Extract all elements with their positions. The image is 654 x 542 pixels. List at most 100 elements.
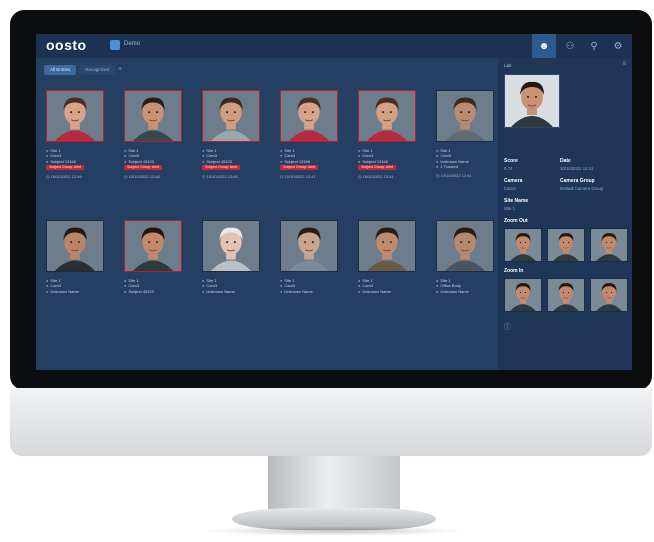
alert-badge: Subject Group: Alert: [46, 165, 85, 171]
alert-badge: Subject Group: Alert: [202, 165, 241, 171]
detection-meta-line: ● Unknown Name: [436, 288, 469, 294]
meta-bullet-icon: ●: [124, 148, 127, 153]
stand-shadow: [200, 526, 468, 536]
selected-face-image: [504, 74, 560, 128]
date-value: 10/10/2022 12:41: [560, 166, 594, 171]
meta-bullet-icon: ●: [124, 158, 127, 164]
tab-recognized[interactable]: Recognized: [79, 65, 116, 75]
people-icon[interactable]: ⚇: [558, 34, 582, 58]
meta-bullet-icon: ●: [46, 283, 49, 289]
meta-bullet-icon: ●: [46, 158, 49, 164]
meta-bullet-icon: ●: [202, 158, 205, 164]
detection-timestamp: ◷ 10/10/2022 12:46: [124, 174, 160, 180]
detection-card[interactable]: ● Site 1 ● Cam3 ● Subject 45103 Subject Group:…: [202, 90, 262, 180]
detection-card[interactable]: ● Site 1 ● Cam3 ● Unknown Name: [358, 220, 418, 294]
meta-bullet-icon: ●: [124, 283, 127, 289]
meta-bullet-icon: ●: [46, 288, 49, 294]
zoom-out-image[interactable]: [504, 228, 542, 262]
app-screen: oosto Demo ☻ ⚇ ⚲ ⚙ All Entries Recognize…: [36, 34, 632, 370]
detection-thumbnail[interactable]: [358, 220, 416, 272]
meta-bullet-icon: ●: [358, 278, 361, 283]
app-logo: oosto: [46, 37, 87, 53]
meta-bullet-icon: ●: [46, 148, 49, 153]
panel-title: Lab: [504, 63, 512, 68]
meta-bullet-icon: ●: [436, 153, 439, 159]
detection-card[interactable]: ● Site 1 ● Cam3 ● Subject 13166 Subject Group:…: [46, 90, 106, 180]
gear-icon[interactable]: ⚙: [606, 34, 630, 58]
camera-group-label: Camera Group: [560, 178, 595, 184]
details-panel: Lab ≡ Score 0.74 Date 10/10/2022 12:41 C…: [498, 58, 632, 370]
detection-meta-line: ● Subject 13166: [280, 158, 310, 164]
detection-timestamp: ◷ 10/10/2022 12:41: [358, 174, 394, 180]
meta-bullet-icon: ●: [358, 153, 361, 159]
meta-bullet-icon: ●: [280, 283, 283, 289]
top-bar: oosto Demo ☻ ⚇ ⚲ ⚙: [36, 34, 632, 58]
meta-bullet-icon: ●: [124, 288, 127, 294]
detection-card[interactable]: ● Site 1 ● Cam3 ● Subject 45103 Subject Group:…: [124, 90, 184, 180]
detection-meta: ● Site 1 ● Cam3 ● Subject 45103: [124, 278, 184, 294]
detection-thumbnail[interactable]: [202, 90, 260, 142]
detection-meta: ● Site 1 ● Cam3 ● Unknown Name: [280, 278, 340, 294]
detection-card[interactable]: ● Site 1 ● Cam3 ● Subject 13166 Subject Group:…: [280, 90, 340, 180]
detection-card[interactable]: ● Site 1 ● Cam3 ● Unknown Name: [46, 220, 106, 294]
workspace-label[interactable]: Demo: [124, 41, 140, 47]
detection-card[interactable]: ● Site 1 ● Office Body ● Unknown Name: [436, 220, 496, 294]
zoom-out-label: Zoom Out: [504, 218, 528, 224]
detection-meta: ● Site 1 ● Cam3 ● Subject 45103 Subject Group:…: [124, 148, 184, 180]
zoom-in-image[interactable]: [547, 278, 585, 312]
detection-thumbnail[interactable]: [436, 90, 494, 142]
detection-thumbnail[interactable]: [202, 220, 260, 272]
workspace-icon[interactable]: [110, 40, 120, 50]
detection-timestamp: ◷ 10/10/2022 12:41: [436, 172, 472, 178]
info-icon[interactable]: ⓘ: [504, 322, 511, 332]
search-icon[interactable]: ⚲: [582, 34, 606, 58]
detection-timestamp: ◷ 10/10/2022 12:41: [280, 174, 316, 180]
detection-thumbnail[interactable]: [280, 220, 338, 272]
detection-card[interactable]: ● Site 1 ● Cam3 ● Subject 45103: [124, 220, 184, 294]
monitor-stand-neck: [268, 456, 400, 512]
detection-thumbnail[interactable]: [280, 90, 338, 142]
detection-meta-line: ● Subject 45103: [124, 288, 154, 294]
zoom-out-image[interactable]: [547, 228, 585, 262]
meta-bullet-icon: ●: [46, 153, 49, 159]
zoom-out-row: [504, 228, 628, 262]
score-value: 0.74: [504, 166, 513, 171]
detection-meta: ● Site 1 ● Cam3 ● Subject 45103 Subject Group:…: [202, 148, 262, 180]
camera-label: Camera: [504, 178, 523, 184]
detection-card[interactable]: ● Site 1 ● Cam3 ● Subject 13166 Subject Group:…: [358, 90, 418, 180]
detection-meta-line: ● Unknown Name: [202, 288, 235, 294]
face-icon[interactable]: ☻: [532, 34, 556, 58]
detection-thumbnail[interactable]: [46, 220, 104, 272]
detection-card[interactable]: ● Site 1 ● Cam3 ● Unknown Name ● 1 Tracked ◷ 10/…: [436, 90, 496, 178]
detection-card[interactable]: ● Site 1 ● Cam3 ● Unknown Name: [280, 220, 340, 294]
detection-meta: ● Site 1 ● Cam3 ● Unknown Name: [46, 278, 106, 294]
detection-meta: ● Site 1 ● Cam3 ● Unknown Name: [358, 278, 418, 294]
add-tab-icon[interactable]: +: [118, 65, 122, 75]
zoom-in-image[interactable]: [504, 278, 542, 312]
camera-group-value: Default Camera Group: [560, 186, 604, 191]
panel-menu-icon[interactable]: ≡: [622, 61, 626, 67]
detection-grid: ● Site 1 ● Cam3 ● Subject 13166 Subject Group:…: [36, 80, 498, 370]
detection-meta-line: ● Subject 45103: [202, 158, 232, 164]
zoom-out-image[interactable]: [590, 228, 628, 262]
detection-card[interactable]: ● Site 1 ● Cam3 ● Unknown Name: [202, 220, 262, 294]
meta-bullet-icon: ●: [124, 153, 127, 159]
detection-thumbnail[interactable]: [124, 90, 182, 142]
detection-meta: ● Site 1 ● Cam3 ● Subject 13166 Subject Group:…: [358, 148, 418, 180]
detection-timestamp: ◷ 10/10/2022 12:46: [46, 174, 82, 180]
site-name-label: Site Name: [504, 198, 529, 204]
meta-bullet-icon: ●: [436, 278, 439, 283]
meta-bullet-icon: ●: [358, 283, 361, 289]
detection-thumbnail[interactable]: [436, 220, 494, 272]
tab-all-entries[interactable]: All Entries: [44, 65, 77, 75]
detection-meta: ● Site 1 ● Office Body ● Unknown Name: [436, 278, 496, 294]
event-tabs: All Entries Recognized +: [44, 65, 122, 75]
zoom-in-image[interactable]: [590, 278, 628, 312]
detection-thumbnail[interactable]: [124, 220, 182, 272]
meta-bullet-icon: ●: [202, 148, 205, 153]
zoom-in-label: Zoom In: [504, 268, 524, 274]
detection-thumbnail[interactable]: [358, 90, 416, 142]
meta-bullet-icon: ●: [436, 148, 439, 153]
detection-thumbnail[interactable]: [46, 90, 104, 142]
detection-meta-line: ● Unknown Name: [280, 288, 313, 294]
